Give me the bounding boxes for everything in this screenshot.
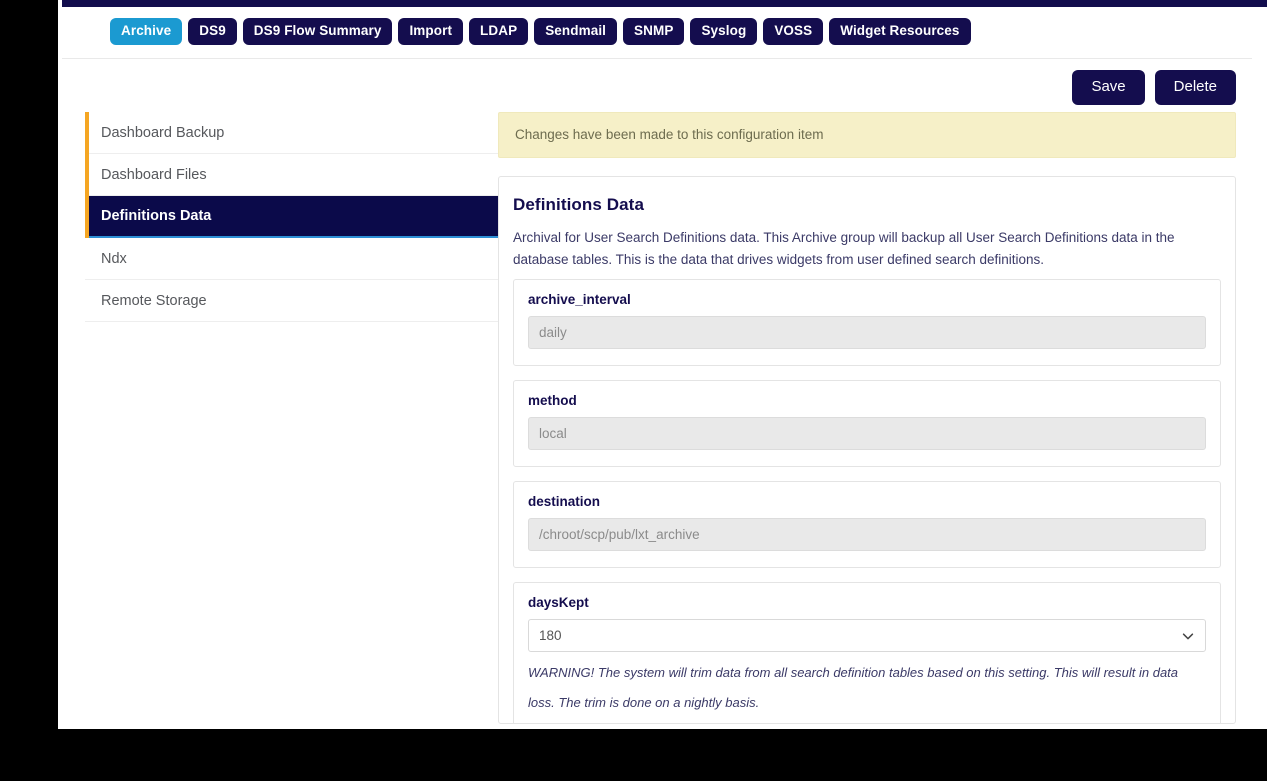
tabbar-divider — [62, 58, 1252, 59]
sidebar-item-definitions-data[interactable]: Definitions Data — [85, 196, 505, 238]
tab-ds9[interactable]: DS9 — [188, 18, 237, 45]
fields-container: archive_intervalmethod destination daysKep… — [513, 279, 1221, 723]
field-select-wrap-daysKept: 180 — [528, 619, 1206, 652]
field-card-daysKept: daysKept 180 WARNING! The system will trim… — [513, 582, 1221, 723]
definitions-data-card: Definitions Data Archival for User Searc… — [498, 176, 1236, 724]
field-card-method: method — [513, 380, 1221, 467]
screen: Archive DS9 DS9 Flow Summary Import LDAP Send… — [0, 0, 1267, 781]
archive-group-sidebar: Dashboard Backup Dashboard Files Definitio… — [62, 112, 505, 728]
field-input-destination — [528, 518, 1206, 551]
field-input-method — [528, 417, 1206, 450]
field-card-archive_interval: archive_interval — [513, 279, 1221, 366]
sidebar-item-label: Definitions Data — [101, 208, 212, 224]
app-viewport: Archive DS9 DS9 Flow Summary Import LDAP Send… — [62, 7, 1252, 728]
tab-voss[interactable]: VOSS — [763, 18, 824, 45]
tab-snmp[interactable]: SNMP — [623, 18, 685, 45]
changes-alert-banner: Changes have been made to this configura… — [498, 112, 1236, 158]
save-button[interactable]: Save — [1072, 70, 1145, 105]
field-label-daysKept: daysKept — [528, 595, 589, 610]
tab-syslog[interactable]: Syslog — [690, 18, 758, 45]
tab-widget-resources[interactable]: Widget Resources — [829, 18, 971, 45]
tab-archive[interactable]: Archive — [110, 18, 183, 45]
sidebar-item-label: Ndx — [101, 250, 127, 267]
tab-import[interactable]: Import — [398, 18, 464, 45]
field-card-destination: destination — [513, 481, 1221, 568]
sidebar-item-ndx[interactable]: Ndx — [85, 238, 505, 280]
field-label-destination: destination — [528, 494, 601, 509]
sidebar-item-remote-storage[interactable]: Remote Storage — [85, 280, 505, 322]
sidebar-item-dashboard-files[interactable]: Dashboard Files — [85, 154, 505, 196]
sidebar-item-dashboard-backup[interactable]: Dashboard Backup — [85, 112, 505, 154]
sidebar-item-label: Dashboard Files — [101, 166, 207, 183]
body-split: Dashboard Backup Dashboard Files Definitio… — [62, 112, 1252, 728]
sidebar-accent-bar — [85, 112, 89, 238]
config-tab-bar: Archive DS9 DS9 Flow Summary Import LDAP Send… — [110, 18, 971, 45]
panel-title: Definitions Data — [513, 195, 645, 214]
field-label-archive_interval: archive_interval — [528, 292, 631, 307]
config-detail-panel: Changes have been made to this configura… — [498, 112, 1252, 728]
field-select-daysKept[interactable]: 180 — [528, 619, 1206, 652]
field-label-method: method — [528, 393, 577, 408]
tab-sendmail[interactable]: Sendmail — [534, 18, 618, 45]
field-help-daysKept: WARNING! The system will trim data from … — [528, 665, 1179, 710]
tab-ds9-flow-summary[interactable]: DS9 Flow Summary — [242, 18, 393, 45]
field-input-archive_interval — [528, 316, 1206, 349]
sidebar-item-label: Dashboard Backup — [101, 124, 225, 141]
tab-ldap[interactable]: LDAP — [469, 18, 529, 45]
delete-button[interactable]: Delete — [1154, 70, 1236, 105]
panel-description: Archival for User Search Definitions dat… — [513, 230, 1175, 267]
top-navigation-bar — [62, 0, 1267, 7]
sidebar-item-label: Remote Storage — [101, 292, 207, 309]
action-button-bar: Save Delete — [1072, 70, 1236, 105]
archive-group-list: Dashboard Backup Dashboard Files Definitio… — [85, 112, 505, 322]
